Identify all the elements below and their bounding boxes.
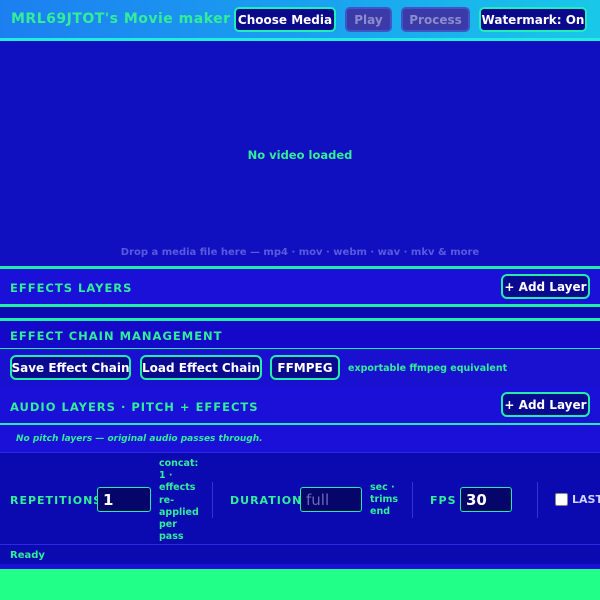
note-line: applied [159,506,199,518]
separator [537,482,538,518]
bottom-bar [0,569,600,600]
divider [0,544,600,545]
effect-chain-header: EFFECT CHAIN MANAGEMENT [0,321,600,348]
effects-layers-list [0,307,600,318]
ffmpeg-button[interactable]: FFMPEG [270,355,340,380]
process-button[interactable]: Process [401,7,470,32]
effects-layers-header: EFFECTS LAYERS + Add Layer [0,269,600,304]
repetitions-label: REPETITIONS [10,494,103,507]
effects-layers-title: EFFECTS LAYERS [10,281,133,295]
note-line: effects [159,482,196,494]
no-video-message: No video loaded [247,148,353,162]
note-line: pass [159,531,184,543]
last-label: LAST [572,493,600,506]
add-audio-layer-button[interactable]: + Add Layer [501,392,590,417]
effect-chain-toolbar: Save Effect Chain Load Effect Chain FFMP… [0,349,600,387]
note-line: per [159,519,177,531]
duration-input[interactable]: full [300,487,362,512]
duration-note: sec · trims end [370,482,398,519]
repetitions-note: concat: 1 · effects re- applied per pass [159,458,199,543]
note-line: re- [159,494,175,506]
fps-label: FPS [430,494,457,507]
note-line: 1 · [159,470,173,482]
note-line: sec · [370,482,395,493]
repetitions-input[interactable]: 1 [97,487,151,512]
note-line: trims [370,494,399,506]
last-checkbox[interactable] [555,493,568,506]
note-line: concat: [159,458,199,469]
separator [412,482,413,518]
duration-label: DURATION [230,494,303,507]
video-preview-dropzone[interactable]: No video loaded Drop a media file here —… [0,41,600,266]
audio-layers-title: AUDIO LAYERS · PITCH + EFFECTS [10,400,259,414]
watermark-toggle-button[interactable]: Watermark: On [479,7,587,32]
audio-empty-message: No pitch layers — original audio passes … [16,434,263,444]
top-toolbar: MRL69JTOT's Movie maker Choose Media Pla… [0,0,600,41]
play-button[interactable]: Play [345,7,392,32]
save-effect-chain-button[interactable]: Save Effect Chain [10,355,131,380]
effect-chain-title: EFFECT CHAIN MANAGEMENT [10,329,223,343]
divider [0,452,600,453]
drop-hint: Drop a media file here — mp4 · mov · web… [120,247,480,258]
note-line: end [370,506,391,518]
ffmpeg-note: exportable ffmpeg equivalent [348,363,508,374]
app-title: MRL69JTOT's Movie maker [11,11,231,27]
add-effect-layer-button[interactable]: + Add Layer [501,274,590,299]
status-text: Ready [10,550,45,561]
audio-layers-header: AUDIO LAYERS · PITCH + EFFECTS + Add Lay… [0,387,600,423]
choose-media-button[interactable]: Choose Media [234,7,336,32]
fps-input[interactable]: 30 [460,487,512,512]
load-effect-chain-button[interactable]: Load Effect Chain [140,355,262,380]
separator [212,482,213,518]
